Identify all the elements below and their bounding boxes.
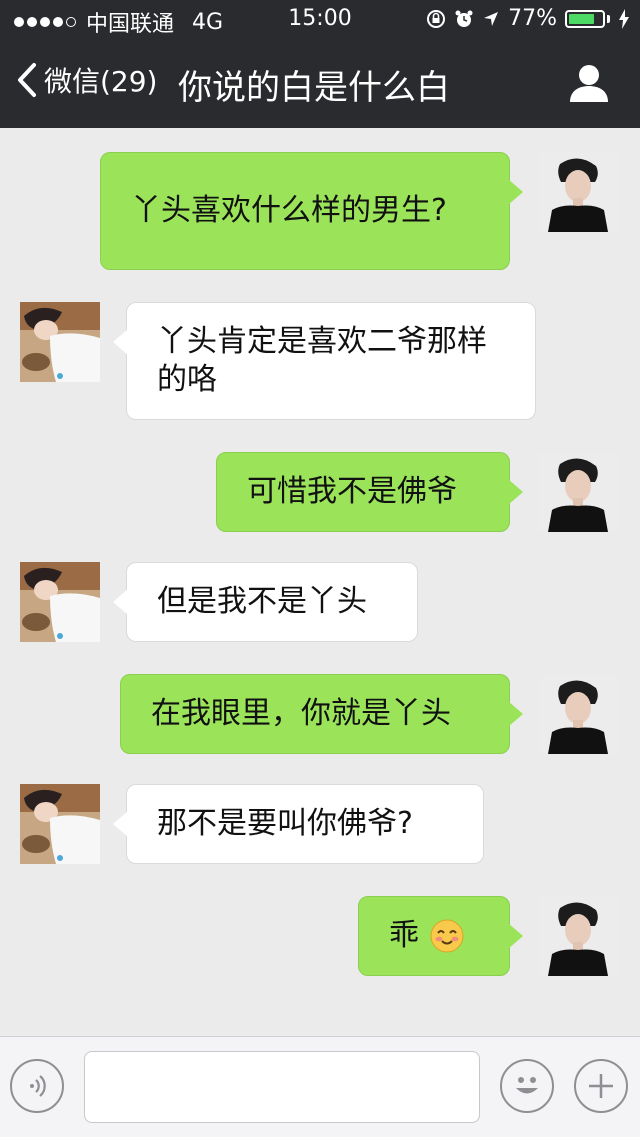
chat-title: 你说的白是什么白: [178, 68, 450, 108]
message-bubble[interactable]: 在我眼里，你就是丫头: [120, 674, 523, 754]
message-bubble[interactable]: 可惜我不是佛爷: [216, 452, 523, 532]
bubble-tail: [113, 329, 128, 355]
message-text: 丫头喜欢什么样的男生?: [131, 193, 447, 228]
back-button[interactable]: 微信(29): [16, 60, 157, 100]
emoji-button[interactable]: [500, 1059, 554, 1113]
outgoing-message: 在我眼里，你就是丫头: [0, 674, 640, 754]
plus-icon: [589, 1074, 613, 1098]
message-text: 乖: [389, 918, 419, 953]
contact-avatar[interactable]: [20, 302, 100, 382]
person-icon: [570, 65, 608, 102]
message-text: 丫头肯定是喜欢二爷那样的咯: [157, 324, 487, 397]
message-text: 但是我不是丫头: [157, 584, 367, 619]
incoming-message: 丫头肯定是喜欢二爷那样的咯: [0, 302, 640, 420]
message-bubble[interactable]: 但是我不是丫头: [113, 562, 418, 642]
my-avatar[interactable]: [538, 152, 618, 232]
outgoing-message: 丫头喜欢什么样的男生?: [0, 152, 640, 270]
profile-button[interactable]: [568, 62, 610, 104]
voice-button[interactable]: [10, 1059, 64, 1113]
my-avatar[interactable]: [538, 674, 618, 754]
smiley-icon: [516, 1077, 538, 1094]
blushing-smile-emoji: [419, 918, 465, 954]
voice-wave-icon: [30, 1075, 46, 1097]
message-text: 可惜我不是佛爷: [247, 474, 457, 509]
chevron-left-icon: [18, 63, 36, 97]
message-text: 在我眼里，你就是丫头: [151, 696, 451, 731]
location-arrow-icon: [484, 11, 499, 26]
message-input[interactable]: [84, 1051, 480, 1123]
message-bubble[interactable]: 丫头肯定是喜欢二爷那样的咯: [113, 302, 536, 420]
battery-icon: [565, 9, 605, 28]
my-avatar[interactable]: [538, 452, 618, 532]
battery-cap: [607, 14, 610, 23]
contact-avatar[interactable]: [20, 784, 100, 864]
bubble-tail: [113, 589, 128, 615]
outgoing-message: 可惜我不是佛爷: [0, 452, 640, 532]
incoming-message: 但是我不是丫头: [0, 562, 640, 642]
message-bubble[interactable]: 那不是要叫你佛爷?: [113, 784, 484, 864]
status-bar: 中国联通 4G 15:00 77%: [0, 0, 640, 40]
alarm-clock-icon: [455, 10, 473, 27]
bubble-tail: [113, 811, 128, 837]
message-bubble[interactable]: 乖: [358, 896, 523, 976]
more-button[interactable]: [574, 1059, 628, 1113]
status-right: 77%: [426, 6, 630, 31]
input-bar: [0, 1036, 640, 1137]
message-text: 那不是要叫你佛爷?: [157, 806, 413, 841]
chat-area: 丫头喜欢什么样的男生? 丫头肯定是喜欢二爷那样的咯 可惜我不是佛爷 但是我不是丫…: [0, 128, 640, 1036]
battery-percent: 77%: [508, 6, 557, 31]
contact-avatar[interactable]: [20, 562, 100, 642]
incoming-message: 那不是要叫你佛爷?: [0, 784, 640, 864]
outgoing-message: 乖: [0, 896, 640, 976]
bubble-tail: [508, 923, 523, 949]
bubble-tail: [508, 479, 523, 505]
nav-bar: 微信(29) 你说的白是什么白: [0, 40, 640, 128]
bubble-tail: [508, 179, 523, 205]
back-label: 微信(29): [44, 65, 158, 98]
message-bubble[interactable]: 丫头喜欢什么样的男生?: [100, 152, 523, 270]
bubble-tail: [508, 701, 523, 727]
rotation-lock-icon: [427, 9, 446, 28]
my-avatar[interactable]: [538, 896, 618, 976]
charging-bolt-icon: [619, 8, 629, 29]
